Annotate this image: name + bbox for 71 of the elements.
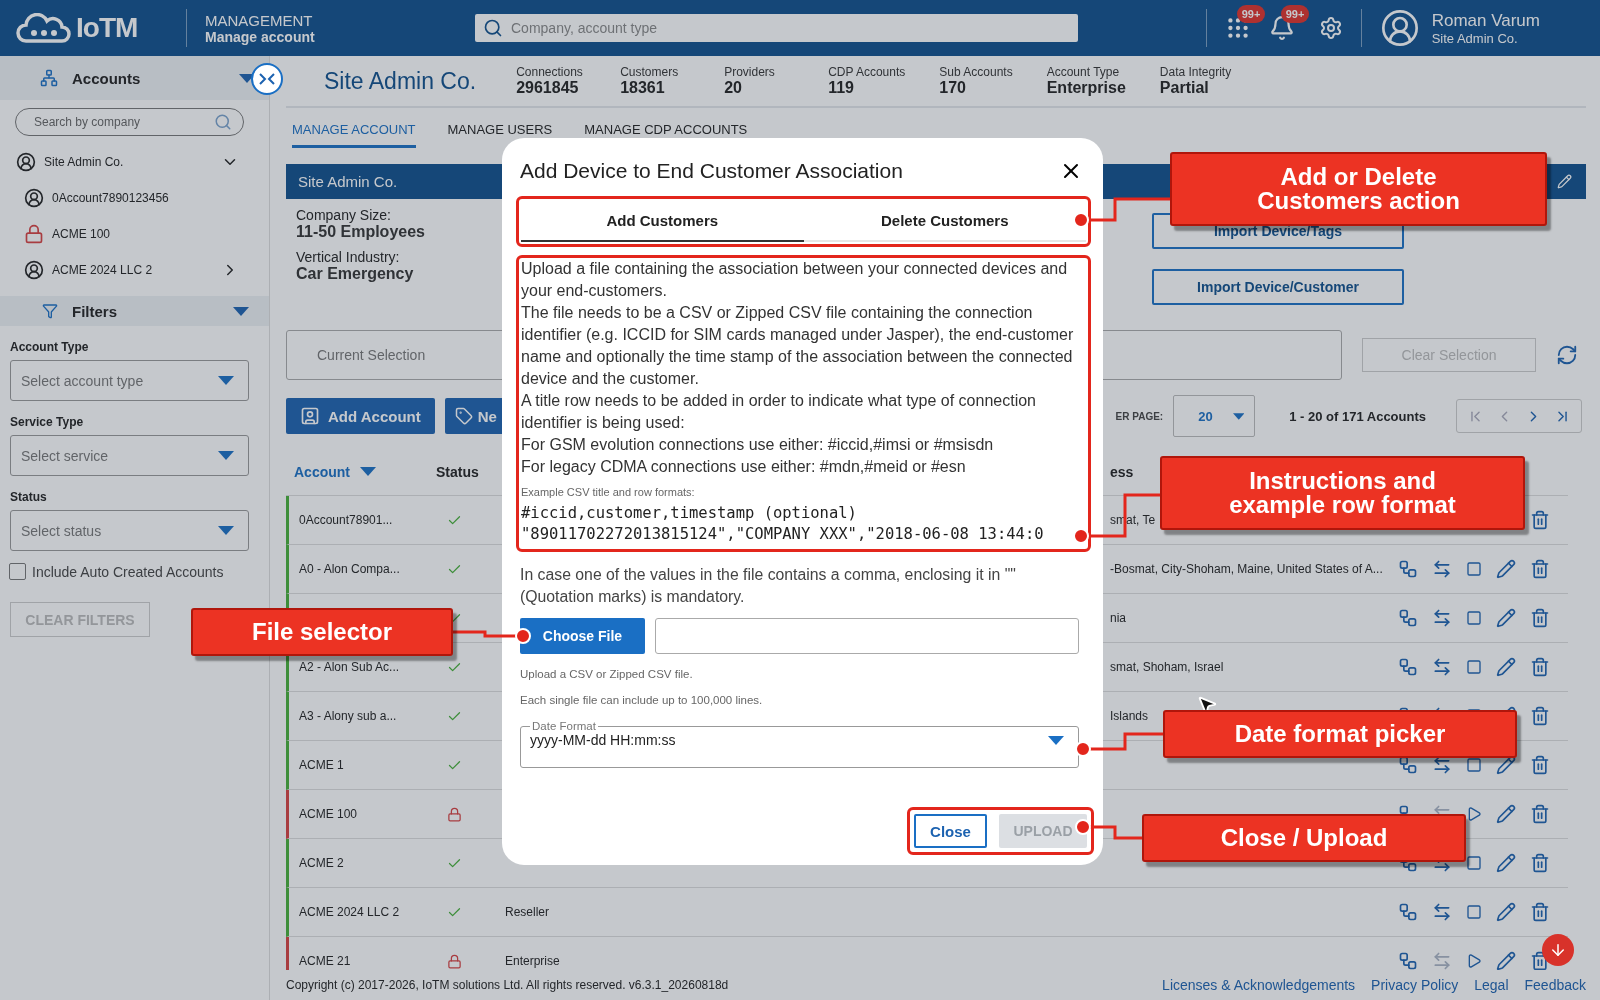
section-title: MANAGEMENT (205, 11, 314, 29)
table-cell-text: smat, Shoham, Israel (1109, 660, 1225, 674)
table-cell-text: ACME 21 (298, 954, 352, 968)
user-name: Roman Varum (1431, 10, 1540, 31)
callout-label: Add or Delete Customers action (1170, 152, 1547, 226)
page-range: 1 - 20 of 171 Accounts (1289, 408, 1426, 424)
code-line: "89011702272013815124","COMPANY XXX","2018-06-08 13:44:0 (521, 524, 1045, 545)
table-cell-text: ACME 2 (298, 856, 345, 870)
table-cell-text: nia (1109, 611, 1127, 625)
table-cell-text: Reseller (504, 905, 550, 919)
stat-value: 2961845 (516, 79, 580, 97)
accounts-title: Accounts (72, 69, 142, 87)
stat-value: 18361 (620, 79, 666, 97)
table-cell-text: A2 - Alon Sub Ac... (298, 660, 401, 674)
table-cell-text: A3 - Alony sub a... (298, 709, 398, 723)
field-label: Status (10, 490, 48, 504)
example-label: Example CSV title and row formats: (521, 486, 696, 498)
detail-label: Vertical Industry: (296, 249, 401, 265)
table-cell-text: Enterprise (504, 954, 561, 968)
stat-label: Connections (516, 65, 584, 79)
stat-label: CDP Accounts (828, 65, 906, 79)
notification-badge: 99+ (1280, 5, 1310, 23)
stat-label: Providers (724, 65, 776, 79)
table-cell-text: Islands (1109, 709, 1150, 723)
stat-value: 20 (724, 79, 743, 97)
detail-label: Company Size: (296, 207, 392, 223)
detail-value: 11-50 Employees (296, 223, 425, 241)
stat-value: Enterprise (1046, 79, 1126, 97)
select-placeholder: Select account type (21, 372, 145, 389)
stat-value: Partial (1159, 79, 1210, 97)
callout-label: Close / Upload (1142, 814, 1466, 862)
callout-label: Instructions and example row format (1160, 456, 1525, 530)
select-placeholder: Select status (21, 522, 103, 539)
hint-text: Each single file can include up to 100,000 lines. (520, 694, 764, 706)
instruction-text: For legacy CDMA connections use either: #mdn,#meid or #esn (521, 457, 967, 477)
company-name: Site Admin Co. (298, 173, 398, 190)
stat-label: Data Integrity (1159, 65, 1232, 79)
notification-badge: 99+ (1236, 5, 1266, 23)
instruction-text: A title row needs to be added in order to indicate what type of connection identifier is being used: (521, 391, 1037, 433)
hint-text: Upload a CSV or Zipped CSV file. (520, 668, 694, 680)
code-line: #iccid,customer,timestamp (optional) (521, 503, 858, 524)
note-text: In case one of the values in the file contains a comma, enclosing it in "" (Quotation marks) is mandatory. (520, 565, 1017, 607)
select-placeholder: Select service (21, 447, 110, 464)
field-label: Service Type (10, 415, 85, 429)
instruction-text: For GSM evolution connections use either: #iccid,#imsi or #msisdn (521, 435, 995, 455)
per-page-label: ER PAGE: (1115, 410, 1164, 422)
stat-label: Account Type (1046, 65, 1121, 79)
stat-value: 170 (939, 79, 967, 97)
user-company: Site Admin Co. (1431, 30, 1519, 46)
account-title: Site Admin Co. (324, 67, 477, 95)
table-cell-text: ACME 2024 LLC 2 (298, 905, 401, 919)
field-label: Account Type (10, 340, 90, 354)
instruction-text: The file needs to be a CSV or Zipped CSV file containing the connection identifier (e.g. ICCID for SIM cards managed under Jasper), the end-customer name and optionally the time stamp of the association between the connected device and the customer. (521, 303, 1075, 389)
copyright-text: Copyright (c) 2017-2026, IoTM solutions Ltd. All rights reserved. v6.3.1_20260818d (286, 978, 730, 992)
stat-value: 119 (828, 79, 855, 97)
detail-value: Car Emergency (296, 265, 414, 283)
table-cell-text: ACME 1 (298, 758, 345, 772)
checkbox-label: Include Auto Created Accounts (32, 563, 224, 580)
instruction-text: Upload a file containing the association between your connected devices and your end-customers. (521, 259, 1069, 301)
table-cell-text: -Bosmat, City-Shoham, Maine, United States of A... (1109, 562, 1384, 576)
table-cell-text: A0 - Alon Compa... (298, 562, 401, 576)
table-cell-text: ACME 100 (298, 807, 359, 821)
filters-title: Filters (72, 302, 118, 320)
table-cell-text: 0Account78901... (298, 513, 394, 527)
section-subtitle: Manage account (205, 28, 316, 45)
callout-label: Date format picker (1163, 710, 1517, 758)
stat-label: Customers (620, 65, 680, 79)
dialog-title: Add Device to End Customer Association (520, 159, 904, 183)
logo-text: IoTM (76, 12, 138, 44)
stat-label: Sub Accounts (939, 65, 1013, 79)
callout-label: File selector (191, 608, 453, 656)
